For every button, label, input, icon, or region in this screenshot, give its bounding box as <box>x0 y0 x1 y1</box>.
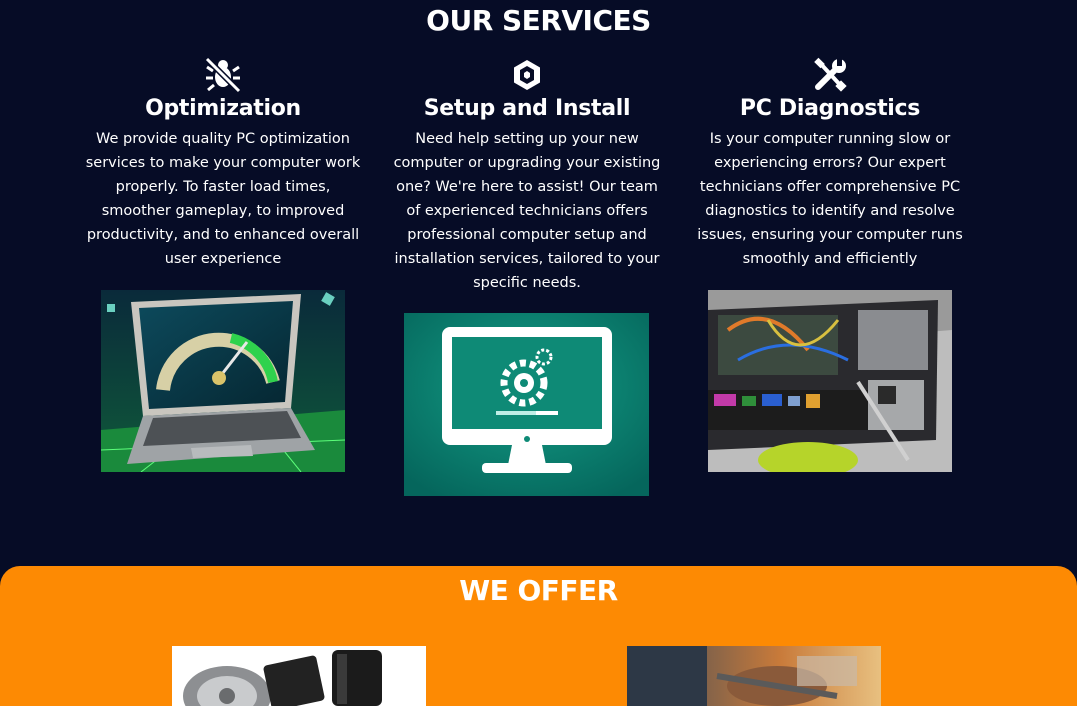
we-offer-section: WE OFFER <box>0 566 1077 706</box>
services-heading: OUR SERVICES <box>426 4 651 37</box>
screwdriver-wrench-icon <box>685 56 975 94</box>
pc-diagnostics-image <box>708 290 952 472</box>
setup-install-image <box>404 313 649 496</box>
offer-image-repair <box>627 646 881 706</box>
bug-slash-icon <box>78 56 368 94</box>
service-card-diagnostics: PC Diagnostics Is your computer running … <box>685 56 975 271</box>
service-title: Setup and Install <box>423 96 631 121</box>
service-description: We provide quality PC optimization servi… <box>85 131 361 267</box>
service-card-setup: Setup and Install Need help setting up y… <box>382 56 672 295</box>
service-title: PC Diagnostics <box>739 96 921 121</box>
offer-image-storage <box>172 646 426 706</box>
cube-icon <box>382 56 672 94</box>
optimization-image <box>101 290 345 472</box>
services-section: OUR SERVICES Optimization We provide qua… <box>0 0 1077 566</box>
service-card-optimization: Optimization We provide quality PC optim… <box>78 56 368 271</box>
service-title: Optimization <box>145 96 301 121</box>
we-offer-heading: WE OFFER <box>459 574 618 607</box>
service-description: Is your computer running slow or experie… <box>697 131 963 267</box>
service-description: Need help setting up your new computer o… <box>393 131 661 291</box>
